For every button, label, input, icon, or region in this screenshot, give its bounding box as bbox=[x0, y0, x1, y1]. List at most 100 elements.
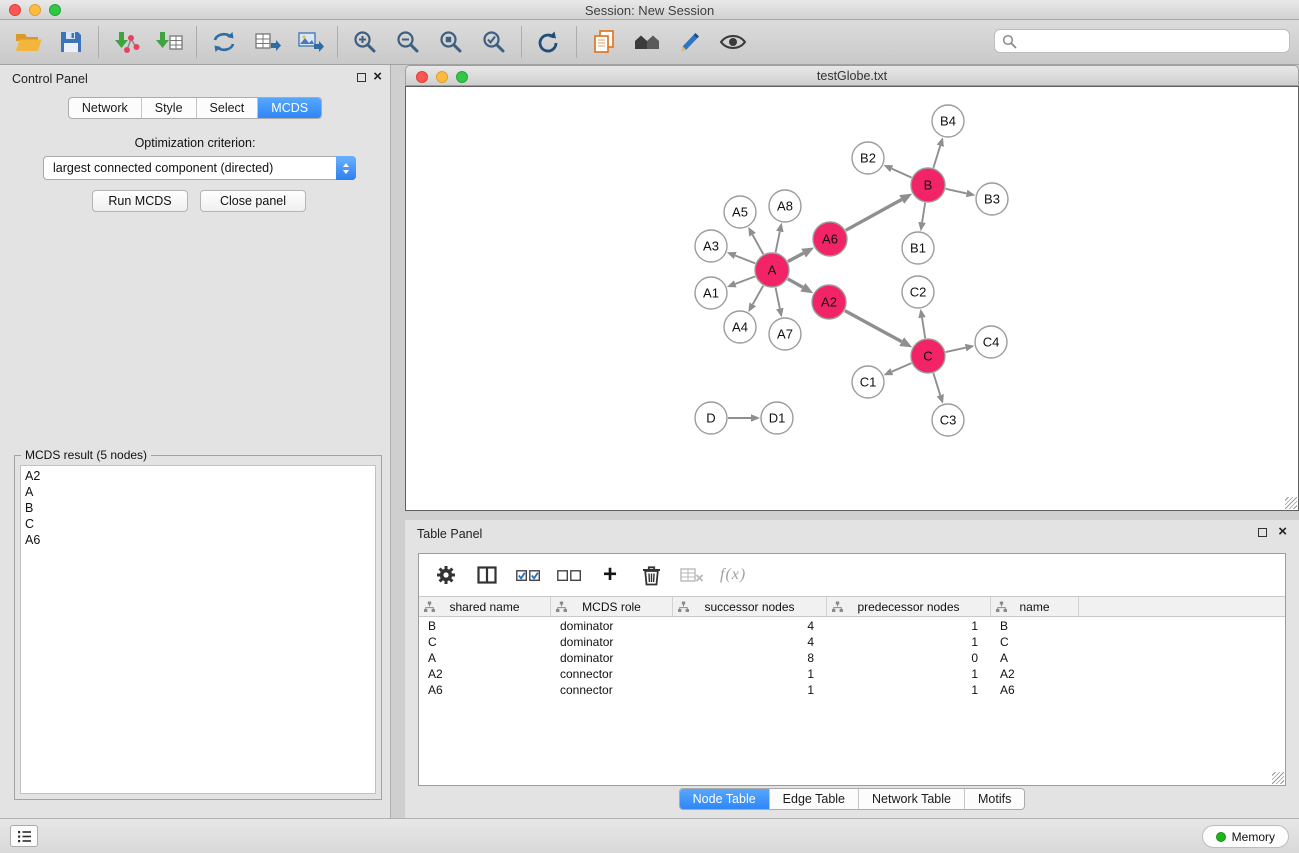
graph-node-D1[interactable]: D1 bbox=[761, 402, 793, 434]
graph-edge-A-A8[interactable] bbox=[776, 231, 780, 252]
task-history-button[interactable] bbox=[10, 825, 38, 847]
memory-button[interactable]: Memory bbox=[1202, 825, 1289, 848]
network-window-titlebar[interactable]: testGlobe.txt bbox=[405, 65, 1299, 86]
table-cell[interactable]: 1 bbox=[827, 634, 991, 650]
network-home-button[interactable] bbox=[631, 25, 663, 59]
tab-network[interactable]: Network bbox=[69, 98, 142, 118]
table-cell[interactable]: connector bbox=[551, 666, 673, 682]
graph-edge-C-C4[interactable] bbox=[946, 348, 966, 352]
zoom-fit-button[interactable] bbox=[435, 25, 467, 59]
save-session-button[interactable] bbox=[55, 25, 87, 59]
graph-node-C4[interactable]: C4 bbox=[975, 326, 1007, 358]
graph-edge-A-A6[interactable] bbox=[788, 253, 804, 261]
float-panel-icon[interactable] bbox=[357, 73, 366, 82]
graph-node-A4[interactable]: A4 bbox=[724, 311, 756, 343]
tab-style[interactable]: Style bbox=[142, 98, 197, 118]
graph-node-B3[interactable]: B3 bbox=[976, 183, 1008, 215]
show-columns-button[interactable] bbox=[474, 560, 500, 590]
table-cell[interactable]: 1 bbox=[827, 666, 991, 682]
import-network-button[interactable] bbox=[110, 25, 142, 59]
graph-node-B1[interactable]: B1 bbox=[902, 232, 934, 264]
close-panel-button[interactable]: Close panel bbox=[200, 190, 306, 212]
zoom-out-button[interactable] bbox=[392, 25, 424, 59]
select-all-columns-button[interactable] bbox=[515, 560, 541, 590]
table-cell[interactable]: 1 bbox=[673, 666, 827, 682]
graph-edge-C-C3[interactable] bbox=[933, 373, 940, 395]
edit-style-button[interactable] bbox=[674, 25, 706, 59]
graph-node-A5[interactable]: A5 bbox=[724, 196, 756, 228]
column-header-predecessor-nodes[interactable]: predecessor nodes bbox=[827, 597, 991, 616]
run-mcds-button[interactable]: Run MCDS bbox=[92, 190, 188, 212]
table-cell[interactable]: dominator bbox=[551, 618, 673, 634]
export-network-button[interactable] bbox=[208, 25, 240, 59]
table-cell[interactable]: dominator bbox=[551, 634, 673, 650]
table-cell[interactable]: A2 bbox=[419, 666, 551, 682]
float-table-panel-icon[interactable] bbox=[1258, 528, 1267, 537]
table-cell[interactable]: A6 bbox=[419, 682, 551, 698]
graph-edge-C-C1[interactable] bbox=[892, 363, 912, 372]
graph-edge-A6-B[interactable] bbox=[846, 199, 902, 230]
table-resize-handle[interactable] bbox=[1272, 772, 1284, 784]
graph-node-A2[interactable]: A2 bbox=[812, 285, 846, 319]
tab-network-table[interactable]: Network Table bbox=[859, 789, 965, 809]
table-cell[interactable]: B bbox=[991, 618, 1079, 634]
tab-edge-table[interactable]: Edge Table bbox=[770, 789, 859, 809]
mcds-result-item[interactable]: A6 bbox=[21, 532, 375, 548]
table-cell[interactable]: 4 bbox=[673, 634, 827, 650]
graph-edge-B-B3[interactable] bbox=[946, 189, 967, 194]
graph-edge-A2-C[interactable] bbox=[845, 311, 902, 342]
tab-node-table[interactable]: Node Table bbox=[680, 789, 770, 809]
delete-column-button[interactable] bbox=[638, 560, 664, 590]
table-row-a[interactable]: Adominator80A bbox=[419, 650, 1285, 666]
graph-node-B[interactable]: B bbox=[911, 168, 945, 202]
graph-node-D[interactable]: D bbox=[695, 402, 727, 434]
tab-select[interactable]: Select bbox=[197, 98, 259, 118]
mcds-result-item[interactable]: C bbox=[21, 516, 375, 532]
optimization-criterion-dropdown[interactable]: largest connected component (directed) bbox=[43, 156, 356, 180]
graph-node-A8[interactable]: A8 bbox=[769, 190, 801, 222]
resize-handle[interactable] bbox=[1285, 497, 1297, 509]
column-header-successor-nodes[interactable]: successor nodes bbox=[673, 597, 827, 616]
table-cell[interactable]: dominator bbox=[551, 650, 673, 666]
function-builder-button[interactable]: f(x) bbox=[720, 560, 746, 590]
create-column-button[interactable]: + bbox=[597, 560, 623, 590]
table-cell[interactable]: 1 bbox=[673, 682, 827, 698]
table-row-a6[interactable]: A6connector11A6 bbox=[419, 682, 1285, 698]
table-cell[interactable]: C bbox=[419, 634, 551, 650]
graph-edge-A-A5[interactable] bbox=[753, 235, 764, 254]
close-table-panel-icon[interactable]: × bbox=[1278, 523, 1287, 541]
export-table-button[interactable] bbox=[251, 25, 283, 59]
search-field[interactable] bbox=[994, 29, 1290, 53]
show-details-button[interactable] bbox=[717, 25, 749, 59]
tab-motifs[interactable]: Motifs bbox=[965, 789, 1024, 809]
column-header-shared-name[interactable]: shared name bbox=[419, 597, 551, 616]
graph-node-B4[interactable]: B4 bbox=[932, 105, 964, 137]
graph-node-A[interactable]: A bbox=[755, 253, 789, 287]
graph-node-A3[interactable]: A3 bbox=[695, 230, 727, 262]
column-header-name[interactable]: name bbox=[991, 597, 1079, 616]
table-cell[interactable]: 0 bbox=[827, 650, 991, 666]
graph-edge-B-B2[interactable] bbox=[892, 169, 912, 178]
table-cell[interactable]: 8 bbox=[673, 650, 827, 666]
duplicate-network-button[interactable] bbox=[588, 25, 620, 59]
table-cell[interactable]: 1 bbox=[827, 682, 991, 698]
apply-layout-button[interactable] bbox=[533, 25, 565, 59]
deselect-all-columns-button[interactable] bbox=[556, 560, 582, 590]
table-cell[interactable]: 1 bbox=[827, 618, 991, 634]
table-cell[interactable]: A bbox=[419, 650, 551, 666]
table-cell[interactable]: A6 bbox=[991, 682, 1079, 698]
mcds-result-item[interactable]: B bbox=[21, 500, 375, 516]
table-cell[interactable]: connector bbox=[551, 682, 673, 698]
graph-node-A6[interactable]: A6 bbox=[813, 222, 847, 256]
table-row-c[interactable]: Cdominator41C bbox=[419, 634, 1285, 650]
graph-edge-A-A1[interactable] bbox=[735, 276, 755, 283]
export-image-button[interactable] bbox=[294, 25, 326, 59]
table-cell[interactable]: C bbox=[991, 634, 1079, 650]
table-settings-button[interactable] bbox=[433, 560, 459, 590]
table-cell[interactable]: 4 bbox=[673, 618, 827, 634]
zoom-selected-button[interactable] bbox=[478, 25, 510, 59]
graph-edge-A-A7[interactable] bbox=[776, 288, 780, 309]
graph-node-C2[interactable]: C2 bbox=[902, 276, 934, 308]
graph-edge-B-B1[interactable] bbox=[922, 203, 925, 223]
table-row-a2[interactable]: A2connector11A2 bbox=[419, 666, 1285, 682]
